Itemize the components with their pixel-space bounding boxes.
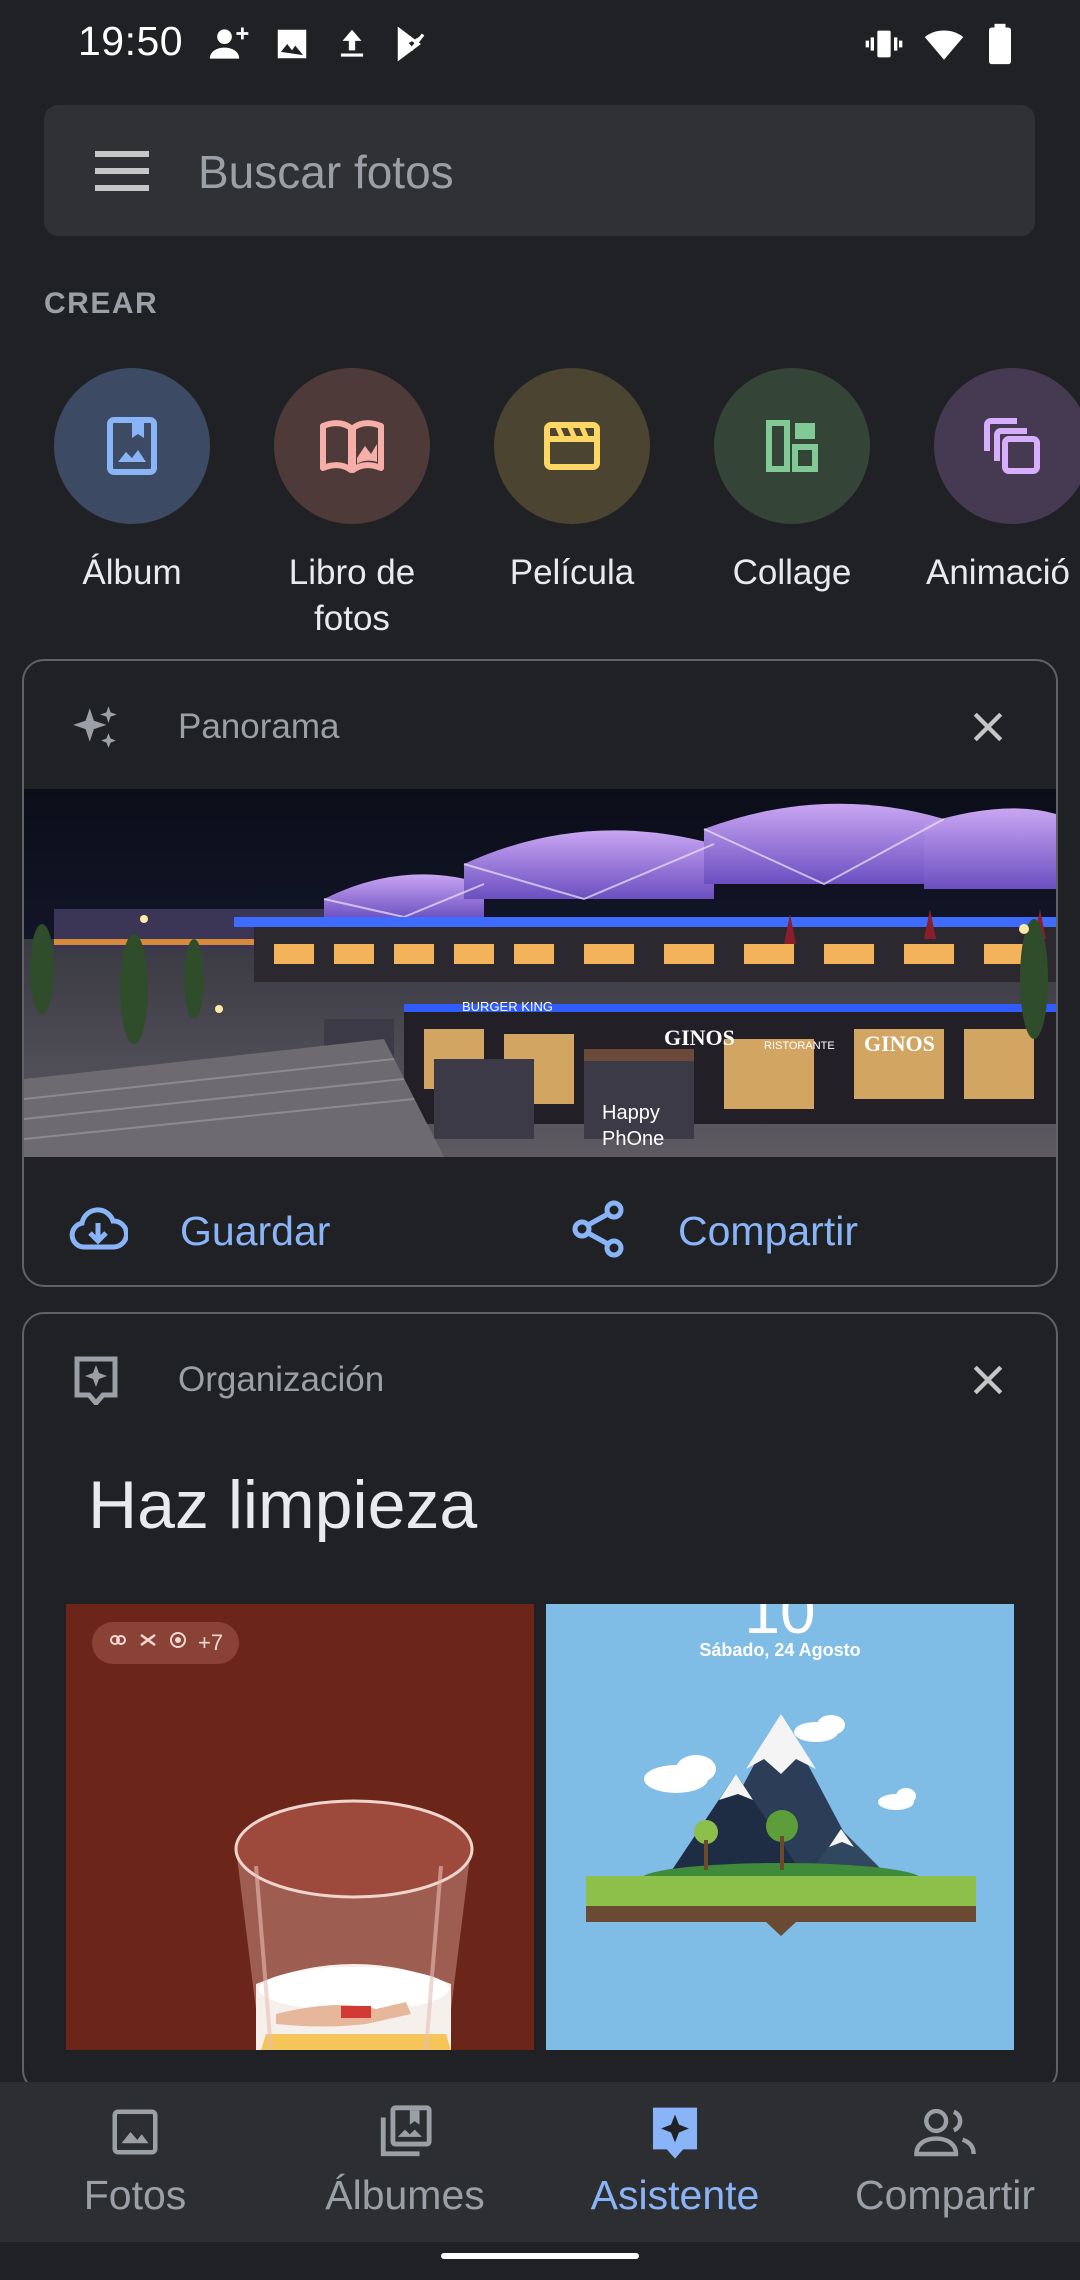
wifi-icon	[920, 22, 968, 66]
ginos-sign-1: GINOS	[664, 1025, 735, 1050]
photo-thumbnail[interactable]: +7	[66, 1604, 534, 2050]
vibrate-icon	[862, 22, 906, 66]
ristorante-sign: RISTORANTE	[764, 1040, 835, 1052]
status-time: 19:50	[78, 18, 184, 64]
close-icon[interactable]	[960, 699, 1016, 755]
create-album-button[interactable]: Álbum	[32, 368, 232, 596]
upload-icon	[330, 22, 374, 66]
nav-photos-label: Fotos	[83, 2172, 187, 2218]
albums-icon	[270, 2102, 540, 2162]
panorama-card: Panorama BURGER KING GINOS RISTORANTE GI…	[22, 659, 1058, 1287]
share-label: Compartir	[678, 1207, 858, 1254]
create-animation-button[interactable]: Animació	[912, 368, 1080, 596]
bottom-navigation: Fotos Álbumes Asistente Compartir	[0, 2082, 1080, 2242]
menu-icon[interactable]	[94, 143, 150, 199]
album-icon	[54, 368, 210, 524]
burger-king-sign: BURGER KING	[462, 999, 553, 1014]
create-photo-book-button[interactable]: Libro de fotos	[252, 368, 452, 642]
panorama-card-title: Panorama	[178, 707, 340, 746]
status-bar: 19:50	[0, 0, 1080, 88]
photo-icon	[0, 2102, 270, 2162]
nav-assistant[interactable]: Asistente	[540, 2102, 810, 2219]
nav-assistant-label: Asistente	[590, 2172, 760, 2218]
search-bar[interactable]: Buscar fotos	[44, 105, 1035, 236]
create-movie-label: Película	[509, 553, 635, 592]
happy-sign: Happy	[602, 1102, 660, 1124]
create-photo-book-label: Libro de fotos	[288, 553, 416, 638]
cloud-download-icon	[68, 1206, 129, 1256]
sparkle-icon	[68, 699, 124, 755]
movie-icon	[494, 368, 650, 524]
create-collage-button[interactable]: Collage	[692, 368, 892, 596]
create-collage-label: Collage	[732, 553, 852, 592]
create-album-label: Álbum	[82, 553, 182, 592]
panorama-image[interactable]: BURGER KING GINOS RISTORANTE GINOS Happy…	[24, 789, 1056, 1157]
create-section-label: CREAR	[44, 287, 159, 320]
gesture-handle[interactable]	[441, 2253, 639, 2259]
nav-sharing-label: Compartir	[855, 2172, 1035, 2218]
assistant-star-icon	[68, 1352, 124, 1408]
nav-albums[interactable]: Álbumes	[270, 2102, 540, 2219]
animation-icon	[934, 368, 1080, 524]
create-movie-button[interactable]: Película	[472, 368, 672, 596]
collage-icon	[714, 368, 870, 524]
search-input[interactable]: Buscar fotos	[198, 145, 454, 199]
screenshot-thumbnail[interactable]: 10 Sábado, 24 Agosto	[546, 1604, 1014, 2050]
ginos-sign-2: GINOS	[864, 1031, 935, 1056]
close-icon[interactable]	[960, 1352, 1016, 1408]
save-button[interactable]: Guardar	[68, 1191, 330, 1271]
person-add-icon	[206, 22, 254, 66]
play-store-icon	[390, 22, 434, 66]
organize-card-title: Organización	[178, 1360, 385, 1399]
organize-headline: Haz limpieza	[88, 1467, 478, 1543]
photo-book-icon	[274, 368, 430, 524]
google-photos-assistant-screen: 19:50 Buscar fotos CREAR Álbum Libro de …	[0, 0, 1080, 2280]
create-animation-label: Animació	[926, 553, 1070, 592]
share-icon	[570, 1200, 626, 1263]
organize-card: Organización Haz limpieza +7 10 Sábado, …	[22, 1312, 1058, 2092]
assistant-star-icon	[540, 2102, 810, 2162]
people-icon	[810, 2102, 1080, 2162]
nav-sharing[interactable]: Compartir	[810, 2102, 1080, 2219]
phone-sign: PhOne	[602, 1128, 664, 1150]
save-label: Guardar	[180, 1207, 331, 1254]
nav-photos[interactable]: Fotos	[0, 2102, 270, 2219]
share-button[interactable]: Compartir	[570, 1191, 858, 1271]
image-icon	[270, 22, 314, 66]
nav-albums-label: Álbumes	[325, 2172, 485, 2218]
battery-icon	[980, 22, 1020, 66]
